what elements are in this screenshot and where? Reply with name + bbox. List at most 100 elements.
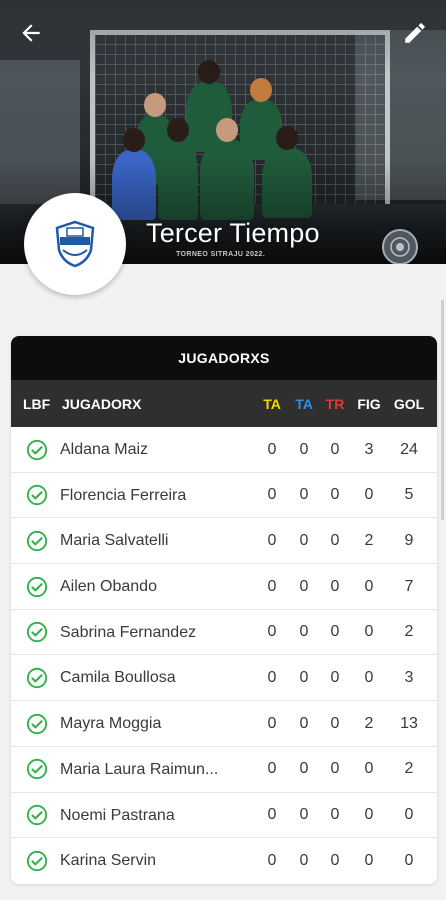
red-card-count: 0 bbox=[330, 531, 340, 549]
player-name: Maria Salvatelli bbox=[60, 532, 169, 550]
blue-card-count: 0 bbox=[299, 760, 309, 778]
check-circle-icon bbox=[26, 747, 48, 792]
check-circle-icon bbox=[26, 655, 48, 700]
goal-count: 9 bbox=[404, 531, 414, 549]
player-name: Sabrina Fernandez bbox=[60, 623, 197, 641]
column-figure: FIG bbox=[357, 395, 381, 412]
player-name: Maria Laura Raimun... bbox=[60, 760, 219, 778]
goal-count: 7 bbox=[404, 577, 414, 595]
yellow-card-count: 0 bbox=[267, 851, 277, 869]
column-blue-card: TA bbox=[295, 395, 313, 412]
column-lbf: LBF bbox=[23, 395, 51, 412]
table-row[interactable]: Camila Boullosa 0 0 0 0 3 bbox=[11, 655, 437, 702]
players-table-header: LBF JUGADORX TA TA TR FIG GOL bbox=[11, 380, 437, 427]
yellow-card-count: 0 bbox=[267, 668, 277, 686]
red-card-count: 0 bbox=[330, 623, 340, 641]
yellow-card-count: 0 bbox=[267, 577, 277, 595]
figure-count: 2 bbox=[364, 714, 374, 732]
player-name: Ailen Obando bbox=[60, 578, 157, 596]
goal-count: 5 bbox=[404, 486, 414, 504]
player-name: Mayra Moggia bbox=[60, 715, 162, 733]
yellow-card-count: 0 bbox=[267, 806, 277, 823]
pencil-icon bbox=[405, 23, 425, 43]
tournament-name: TORNEO SITRAJU 2022. bbox=[176, 251, 266, 258]
table-row[interactable]: Florencia Ferreira 0 0 0 0 5 bbox=[11, 473, 437, 519]
player-name: Florencia Ferreira bbox=[60, 486, 187, 504]
figure-count: 0 bbox=[364, 668, 374, 686]
table-row[interactable]: Maria Laura Raimun... 0 0 0 0 2 bbox=[11, 747, 437, 793]
check-circle-icon bbox=[26, 838, 48, 883]
column-player: JUGADORX bbox=[62, 395, 142, 412]
arrow-left-icon bbox=[22, 24, 40, 42]
column-goals: GOL bbox=[393, 395, 425, 412]
yellow-card-count: 0 bbox=[267, 760, 277, 778]
goal-count: 0 bbox=[404, 851, 414, 869]
player-name: Karina Servin bbox=[60, 852, 157, 870]
yellow-card-count: 0 bbox=[267, 531, 277, 549]
goal-count: 2 bbox=[404, 623, 414, 641]
figure-count: 2 bbox=[364, 531, 374, 549]
check-circle-icon bbox=[26, 564, 48, 609]
check-circle-icon bbox=[26, 793, 48, 838]
red-card-count: 0 bbox=[330, 851, 340, 869]
scrollbar[interactable] bbox=[441, 300, 444, 520]
players-table-body: Aldana Maiz 0 0 0 3 24 Florencia Ferreira 0 0 0 0 5… bbox=[11, 427, 437, 884]
blue-card-count: 0 bbox=[299, 851, 309, 869]
tournament-seal-icon bbox=[382, 229, 418, 264]
blue-card-count: 0 bbox=[299, 806, 309, 823]
red-card-count: 0 bbox=[330, 486, 340, 504]
player-name: Camila Boullosa bbox=[60, 669, 176, 687]
yellow-card-count: 0 bbox=[267, 440, 277, 458]
table-row[interactable]: Mayra Moggia 0 0 0 2 13 bbox=[11, 701, 437, 747]
blue-card-count: 0 bbox=[299, 440, 309, 458]
blue-card-count: 0 bbox=[299, 623, 309, 641]
table-row[interactable]: Karina Servin 0 0 0 0 0 bbox=[11, 838, 437, 884]
red-card-count: 0 bbox=[330, 577, 340, 595]
yellow-card-count: 0 bbox=[267, 623, 277, 641]
red-card-count: 0 bbox=[330, 440, 340, 458]
check-circle-icon bbox=[26, 701, 48, 746]
yellow-card-count: 0 bbox=[267, 714, 277, 732]
figure-count: 0 bbox=[364, 623, 374, 641]
check-circle-icon bbox=[26, 518, 48, 563]
red-card-count: 0 bbox=[330, 714, 340, 732]
figure-count: 0 bbox=[364, 577, 374, 595]
column-red-card: TR bbox=[325, 395, 345, 412]
team-name: Tercer Tiempo bbox=[146, 218, 320, 248]
table-row[interactable]: Aldana Maiz 0 0 0 3 24 bbox=[11, 427, 437, 473]
check-circle-icon bbox=[26, 473, 48, 518]
figure-count: 0 bbox=[364, 760, 374, 778]
figure-count: 3 bbox=[364, 440, 374, 458]
blue-card-count: 0 bbox=[299, 531, 309, 549]
red-card-count: 0 bbox=[330, 806, 340, 823]
yellow-card-count: 0 bbox=[267, 486, 277, 504]
column-yellow-card: TA bbox=[263, 395, 281, 412]
goal-count: 3 bbox=[404, 668, 414, 686]
player-name: Aldana Maiz bbox=[60, 441, 149, 458]
table-row[interactable]: Sabrina Fernandez 0 0 0 0 2 bbox=[11, 610, 437, 656]
figure-count: 0 bbox=[364, 806, 374, 823]
goal-count: 0 bbox=[404, 806, 414, 823]
blue-card-count: 0 bbox=[299, 714, 309, 732]
check-circle-icon bbox=[26, 427, 48, 472]
table-row[interactable]: Noemi Pastrana 0 0 0 0 0 bbox=[11, 793, 437, 839]
back-button[interactable] bbox=[16, 18, 46, 48]
players-table-title: JUGADORXS bbox=[11, 336, 437, 380]
red-card-count: 0 bbox=[330, 668, 340, 686]
figure-count: 0 bbox=[364, 851, 374, 869]
table-row[interactable]: Ailen Obando 0 0 0 0 7 bbox=[11, 564, 437, 610]
blue-card-count: 0 bbox=[299, 486, 309, 504]
red-card-count: 0 bbox=[330, 760, 340, 778]
team-logo-avatar bbox=[24, 193, 126, 295]
player-name: Noemi Pastrana bbox=[60, 806, 175, 824]
team-shield-logo-icon bbox=[55, 220, 95, 268]
goal-count: 2 bbox=[404, 760, 414, 778]
goal-count: 13 bbox=[400, 714, 418, 732]
edit-button[interactable] bbox=[400, 18, 430, 48]
figure-count: 0 bbox=[364, 486, 374, 504]
blue-card-count: 0 bbox=[299, 668, 309, 686]
check-circle-icon bbox=[26, 610, 48, 655]
goal-count: 24 bbox=[400, 440, 418, 458]
players-table-card: JUGADORXS LBF JUGADORX TA TA TR FIG GOL … bbox=[11, 336, 437, 884]
table-row[interactable]: Maria Salvatelli 0 0 0 2 9 bbox=[11, 518, 437, 565]
